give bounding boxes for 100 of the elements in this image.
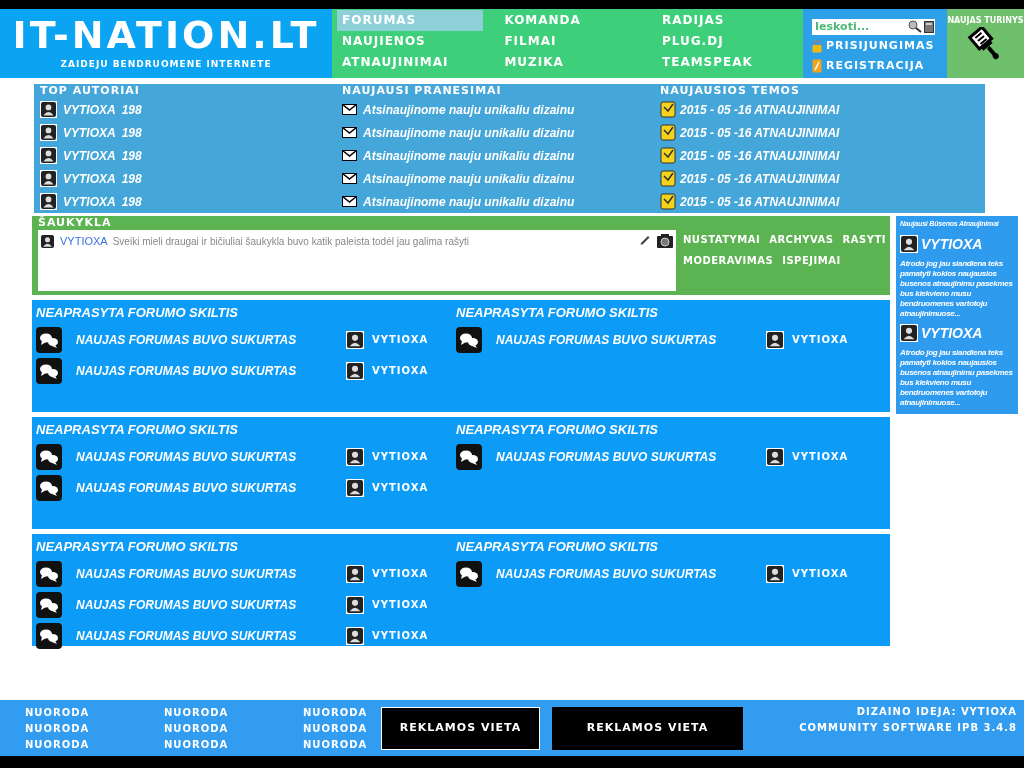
ad-banner[interactable]: REKLAMOS VIETA	[552, 707, 743, 750]
footer-link[interactable]: NUORODA	[303, 705, 381, 721]
author-name[interactable]: VYTIOXA	[372, 332, 429, 347]
nav-link[interactable]: FILMAI	[499, 31, 646, 52]
post-count: 198	[121, 170, 142, 188]
forum-topic-link[interactable]: NAUJAS FORUMAS BUVO SUKURTAS	[76, 361, 346, 380]
forum-topic-link[interactable]: NAUJAS FORUMAS BUVO SUKURTAS	[76, 478, 346, 497]
author-name[interactable]: VYTIOXA	[372, 480, 429, 495]
author-name[interactable]: VYTIOXA	[63, 192, 116, 211]
topic-link[interactable]: 2015 - 05 -16 ATNAUJINIMAI	[680, 123, 840, 142]
author-name[interactable]: VYTIOXA	[372, 566, 429, 581]
forum-topic-link[interactable]: NAUJAS FORUMAS BUVO SUKURTAS	[496, 447, 766, 466]
shout-message: Sveiki mieli draugai ir bičiuliai šaukykla buvo katik paleista todėl jau galima rašyti	[112, 234, 469, 249]
author-name[interactable]: VYTIOXA	[63, 169, 116, 188]
message-link[interactable]: Atsinaujinome nauju unikaliu dizainu	[363, 100, 575, 119]
note-icon	[660, 193, 676, 210]
shoutbox-title: ŠAUKYKLA	[38, 216, 113, 230]
camera-icon	[656, 233, 674, 249]
forum-topic-link[interactable]: NAUJAS FORUMAS BUVO SUKURTAS	[76, 564, 346, 583]
forum-section-title[interactable]: NEAPRASYTA FORUMO SKILTIS	[36, 422, 238, 437]
author-name[interactable]: VYTIOXA	[792, 566, 849, 581]
nav-link[interactable]: NAUJIENOS	[337, 31, 483, 52]
footer-link[interactable]: NUORODA	[164, 721, 278, 737]
forum-section-title[interactable]: NEAPRASYTA FORUMO SKILTIS	[456, 539, 658, 554]
credit-text: COMMUNITY SOFTWARE IPB 3.4.8	[799, 721, 1017, 735]
topic-link[interactable]: 2015 - 05 -16 ATNAUJINIMAI	[680, 100, 840, 119]
forum-topic-link[interactable]: NAUJAS FORUMAS BUVO SUKURTAS	[76, 447, 346, 466]
message-link[interactable]: Atsinaujinome nauju unikaliu dizainu	[363, 123, 575, 142]
avatar-icon	[766, 447, 784, 466]
nav-link[interactable]: MUZIKA	[499, 52, 646, 73]
post-count: 198	[121, 193, 142, 211]
envelope-icon	[342, 150, 357, 161]
author-name[interactable]: VYTIOXA	[792, 449, 849, 464]
nav-link[interactable]: RADIJAS	[657, 10, 803, 31]
footer-link[interactable]: NUORODA	[303, 721, 381, 737]
lock-icon	[812, 39, 822, 54]
avatar-icon	[40, 193, 57, 210]
avatar-icon	[40, 170, 57, 187]
author-name[interactable]: VYTIOXA	[792, 332, 849, 347]
forum-section-title[interactable]: NEAPRASYTA FORUMO SKILTIS	[456, 422, 658, 437]
shoutbox-link[interactable]: NUSTATYMAI	[683, 232, 761, 247]
shoutbox-link[interactable]: ARCHYVAS	[769, 232, 834, 247]
message-link[interactable]: Atsinaujinome nauju unikaliu dizainu	[363, 192, 575, 211]
shoutbox-link[interactable]: MODERAVIMAS	[683, 253, 774, 268]
avatar-icon	[346, 330, 364, 349]
message-link[interactable]: Atsinaujinome nauju unikaliu dizainu	[363, 169, 575, 188]
avatar-icon	[40, 233, 55, 249]
footer-link[interactable]: NUORODA	[25, 721, 139, 737]
avatar-icon	[40, 124, 57, 141]
status-text: Atrodo jog jau siandiena teks pamatyti kokios naujausios busenos atnaujinimu pasekmes bus kiekvieno musu bendruomenes vartotoju atnaujinimuose...	[900, 258, 1014, 319]
forum-section-title[interactable]: NEAPRASYTA FORUMO SKILTIS	[36, 305, 238, 320]
nav-link[interactable]: PLUG.DJ	[657, 31, 803, 52]
forum-topic-link[interactable]: NAUJAS FORUMAS BUVO SUKURTAS	[76, 330, 346, 349]
topic-link[interactable]: 2015 - 05 -16 ATNAUJINIMAI	[680, 169, 840, 188]
site-logo[interactable]: IT-NATION.LT	[12, 15, 320, 54]
forum-section-title[interactable]: NEAPRASYTA FORUMO SKILTIS	[456, 305, 658, 320]
chat-bubbles-icon	[36, 622, 62, 649]
chat-bubbles-icon	[36, 591, 62, 618]
avatar-icon	[40, 101, 57, 118]
message-link[interactable]: Atsinaujinome nauju unikaliu dizainu	[363, 146, 575, 165]
forum-topic-link[interactable]: NAUJAS FORUMAS BUVO SUKURTAS	[76, 626, 346, 645]
nav-link[interactable]: KOMANDA	[499, 10, 646, 31]
chat-bubbles-icon	[456, 560, 482, 587]
chat-bubbles-icon	[36, 326, 62, 353]
author-name[interactable]: VYTIOXA	[372, 363, 429, 378]
author-name[interactable]: VYTIOXA	[63, 146, 116, 165]
shout-author[interactable]: VYTIOXA	[60, 233, 108, 250]
topic-link[interactable]: 2015 - 05 -16 ATNAUJINIMAI	[680, 146, 840, 165]
footer-link[interactable]: NUORODA	[303, 737, 381, 753]
account-link[interactable]: REGISTRACIJA	[812, 57, 939, 74]
section-heading: NAUJAUSIOS TEMOS	[660, 84, 801, 98]
shoutbox-link[interactable]: RASYTI	[842, 232, 886, 247]
author-name[interactable]: VYTIOXA	[372, 628, 429, 643]
account-link[interactable]: PRISIJUNGIMAS	[812, 38, 939, 55]
ad-banner[interactable]: REKLAMOS VIETA	[381, 707, 540, 750]
footer-link[interactable]: NUORODA	[164, 705, 278, 721]
new-content-label: NAUJAS TURINYS	[947, 15, 1024, 27]
nav-link[interactable]: TEAMSPEAK	[657, 52, 803, 73]
footer-link[interactable]: NUORODA	[164, 737, 278, 753]
shoutbox-link[interactable]: ISPEJIMAI	[782, 253, 841, 268]
book-icon	[923, 19, 935, 35]
section-heading: NAUJAUSI PRANESIMAI	[342, 84, 503, 98]
forum-topic-link[interactable]: NAUJAS FORUMAS BUVO SUKURTAS	[496, 330, 766, 349]
status-author[interactable]: VYTIOXA	[921, 322, 983, 344]
forum-topic-link[interactable]: NAUJAS FORUMAS BUVO SUKURTAS	[76, 595, 346, 614]
footer-link[interactable]: NUORODA	[25, 737, 139, 753]
chat-bubbles-icon	[36, 357, 62, 384]
nav-link[interactable]: ATNAUJINIMAI	[337, 52, 483, 73]
status-author[interactable]: VYTIOXA	[921, 233, 983, 255]
author-name[interactable]: VYTIOXA	[63, 100, 116, 119]
search-field[interactable]: Ieskoti...	[812, 19, 907, 35]
forum-topic-link[interactable]: NAUJAS FORUMAS BUVO SUKURTAS	[496, 564, 766, 583]
footer-link[interactable]: NUORODA	[25, 705, 139, 721]
topic-link[interactable]: 2015 - 05 -16 ATNAUJINIMAI	[680, 192, 840, 211]
author-name[interactable]: VYTIOXA	[372, 597, 429, 612]
author-name[interactable]: VYTIOXA	[63, 123, 116, 142]
forum-section-title[interactable]: NEAPRASYTA FORUMO SKILTIS	[36, 539, 238, 554]
nav-link[interactable]: FORUMAS	[337, 10, 483, 31]
note-icon	[660, 170, 676, 187]
author-name[interactable]: VYTIOXA	[372, 449, 429, 464]
